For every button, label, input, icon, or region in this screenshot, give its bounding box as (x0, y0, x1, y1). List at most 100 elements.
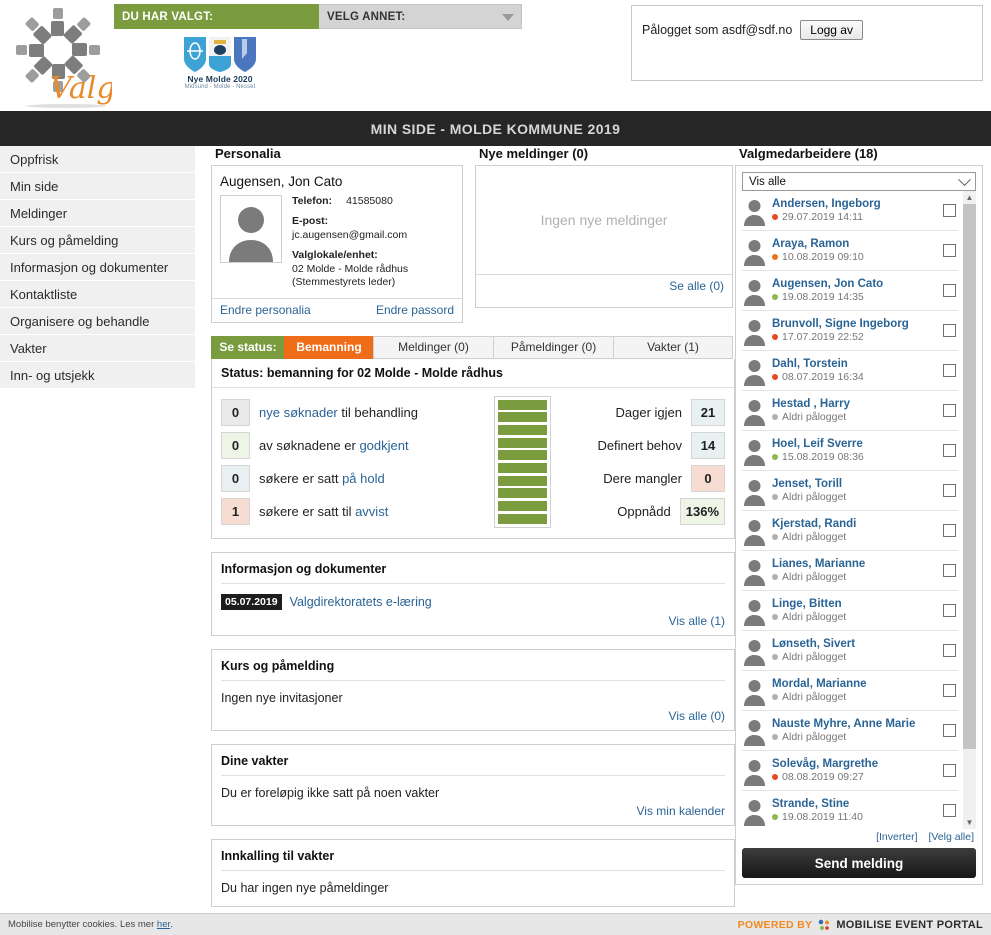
status-row-text: søkere er satt på hold (259, 471, 385, 486)
send-message-button[interactable]: Send melding (742, 848, 976, 878)
godkjent-link[interactable]: godkjent (359, 438, 408, 453)
worker-checkbox[interactable] (943, 684, 956, 697)
worker-checkbox[interactable] (943, 244, 956, 257)
pa-hold-link[interactable]: på hold (342, 471, 385, 486)
worker-last-login: 29.07.2019 14:11 (772, 211, 943, 223)
tab-pameldinger[interactable]: Påmeldinger (0) (493, 335, 613, 359)
nye-soknader-link[interactable]: nye søknader (259, 405, 338, 420)
scrollbar-thumb[interactable] (963, 204, 976, 749)
worker-row[interactable]: Dahl, Torstein 08.07.2019 16:34 (742, 351, 958, 391)
worker-meta: Strande, Stine 19.08.2019 11:40 (767, 798, 943, 823)
avvist-link[interactable]: avvist (355, 504, 388, 519)
crest-subtitle: Midsund - Molde - Nesset (184, 84, 256, 90)
worker-name-link[interactable]: Andersen, Ingeborg (772, 198, 943, 210)
choose-other-dropdown[interactable]: VELG ANNET: (319, 4, 522, 29)
worker-checkbox[interactable] (943, 524, 956, 537)
status-right-rows: Dager igjen 21 Definert behov 14 Dere ma… (559, 396, 725, 528)
worker-checkbox[interactable] (943, 284, 956, 297)
see-all-link[interactable]: Vis alle (1) (669, 614, 725, 628)
status-dot-icon (772, 374, 778, 380)
worker-name-link[interactable]: Lianes, Marianne (772, 558, 943, 570)
workers-filter-select[interactable]: Vis alle (742, 172, 976, 191)
worker-row[interactable]: Jenset, Torill Aldri pålogget (742, 471, 958, 511)
selection-bar: DU HAR VALGT: VELG ANNET: (114, 4, 522, 29)
worker-row[interactable]: Augensen, Jon Cato 19.08.2019 14:35 (742, 271, 958, 311)
worker-name-link[interactable]: Strande, Stine (772, 798, 943, 810)
sidebar-item-inn-og-utsjekk[interactable]: Inn- og utsjekk (0, 362, 195, 389)
sidebar-item-meldinger[interactable]: Meldinger (0, 200, 195, 227)
worker-name-link[interactable]: Hoel, Leif Sverre (772, 438, 943, 450)
cookie-link[interactable]: her (157, 919, 170, 930)
worker-row[interactable]: Hoel, Leif Sverre 15.08.2019 08:36 (742, 431, 958, 471)
worker-checkbox[interactable] (943, 404, 956, 417)
scroll-up-icon[interactable]: ▲ (963, 191, 976, 204)
invert-selection-link[interactable]: [Inverter] (876, 831, 917, 843)
tab-vakter[interactable]: Vakter (1) (613, 335, 733, 359)
top-cards-row: Personalia Augensen, Jon Cato Telefon: 4… (211, 146, 735, 323)
sidebar-item-min-side[interactable]: Min side (0, 173, 195, 200)
worker-name-link[interactable]: Jenset, Torill (772, 478, 943, 490)
elearning-link[interactable]: Valgdirektoratets e-læring (290, 595, 432, 609)
select-all-link[interactable]: [Velg alle] (928, 831, 974, 843)
worker-checkbox[interactable] (943, 644, 956, 657)
workers-card: Vis alle Andersen, Ingeborg 29.07.2019 14… (735, 165, 983, 885)
logout-button[interactable]: Logg av (800, 20, 863, 40)
worker-name-link[interactable]: Mordal, Marianne (772, 678, 943, 690)
sidebar-item-oppfrisk[interactable]: Oppfrisk (0, 146, 195, 173)
person-silhouette-icon (742, 315, 767, 346)
card-footer: Vis alle (0) (221, 707, 725, 730)
worker-checkbox[interactable] (943, 724, 956, 737)
worker-row[interactable]: Strande, Stine 19.08.2019 11:40 (742, 791, 958, 829)
messages-footer: Se alle (0) (476, 274, 732, 298)
see-all-link[interactable]: Vis alle (0) (669, 709, 725, 723)
sidebar-item-kontaktliste[interactable]: Kontaktliste (0, 281, 195, 308)
venue-field: Valglokale/enhet: 02 Molde - Molde rådhu… (292, 249, 408, 289)
worker-name-link[interactable]: Nauste Myhre, Anne Marie (772, 718, 943, 730)
show-my-calendar-link[interactable]: Vis min kalender (637, 804, 726, 818)
sidebar-item-informasjon-og-dokumenter[interactable]: Informasjon og dokumenter (0, 254, 195, 281)
sidebar-item-kurs-og-pamelding[interactable]: Kurs og påmelding (0, 227, 195, 254)
worker-row[interactable]: Andersen, Ingeborg 29.07.2019 14:11 (742, 191, 958, 231)
worker-checkbox[interactable] (943, 484, 956, 497)
worker-checkbox[interactable] (943, 364, 956, 377)
worker-name-link[interactable]: Kjerstad, Randi (772, 518, 943, 530)
worker-checkbox[interactable] (943, 764, 956, 777)
worker-name-link[interactable]: Hestad , Harry (772, 398, 943, 410)
worker-checkbox[interactable] (943, 564, 956, 577)
worker-row[interactable]: Mordal, Marianne Aldri pålogget (742, 671, 958, 711)
tab-bemanning[interactable]: Bemanning (284, 335, 373, 359)
worker-row[interactable]: Solevåg, Margrethe 08.08.2019 09:27 (742, 751, 958, 791)
worker-row[interactable]: Brunvoll, Signe Ingeborg 17.07.2019 22:52 (742, 311, 958, 351)
worker-row[interactable]: Kjerstad, Randi Aldri pålogget (742, 511, 958, 551)
worker-row[interactable]: Lianes, Marianne Aldri pålogget (742, 551, 958, 591)
tab-meldinger[interactable]: Meldinger (0) (373, 335, 493, 359)
edit-password-link[interactable]: Endre passord (376, 303, 454, 317)
worker-row[interactable]: Linge, Bitten Aldri pålogget (742, 591, 958, 631)
worker-name-link[interactable]: Solevåg, Margrethe (772, 758, 943, 770)
worker-name-link[interactable]: Brunvoll, Signe Ingeborg (772, 318, 943, 330)
worker-name-link[interactable]: Augensen, Jon Cato (772, 278, 943, 290)
worker-name-link[interactable]: Araya, Ramon (772, 238, 943, 250)
edit-personalia-link[interactable]: Endre personalia (220, 303, 311, 317)
worker-row[interactable]: Nauste Myhre, Anne Marie Aldri pålogget (742, 711, 958, 751)
worker-checkbox[interactable] (943, 604, 956, 617)
worker-row[interactable]: Hestad , Harry Aldri pålogget (742, 391, 958, 431)
workers-scrollbar[interactable]: ▲ ▼ (963, 191, 976, 829)
venue-label: Valglokale/enhet: (292, 249, 378, 262)
sidebar-item-organisere-og-behandle[interactable]: Organisere og behandle (0, 308, 195, 335)
status-dot-icon (772, 814, 778, 820)
worker-last-login-text: 17.07.2019 22:52 (782, 331, 864, 343)
sidebar-item-vakter[interactable]: Vakter (0, 335, 195, 362)
worker-checkbox[interactable] (943, 204, 956, 217)
worker-checkbox[interactable] (943, 324, 956, 337)
worker-row[interactable]: Lønseth, Sivert Aldri pålogget (742, 631, 958, 671)
scroll-down-icon[interactable]: ▼ (963, 816, 976, 829)
progress-segment (498, 437, 547, 448)
worker-name-link[interactable]: Linge, Bitten (772, 598, 943, 610)
worker-name-link[interactable]: Dahl, Torstein (772, 358, 943, 370)
worker-checkbox[interactable] (943, 444, 956, 457)
worker-row[interactable]: Araya, Ramon 10.08.2019 09:10 (742, 231, 958, 271)
messages-see-all-link[interactable]: Se alle (0) (669, 279, 724, 293)
worker-name-link[interactable]: Lønseth, Sivert (772, 638, 943, 650)
worker-checkbox[interactable] (943, 804, 956, 817)
